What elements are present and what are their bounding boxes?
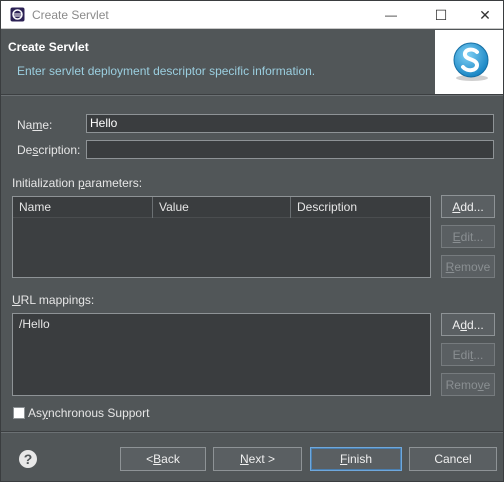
next-button[interactable]: Next > xyxy=(213,447,302,471)
close-icon: ✕ xyxy=(479,6,491,23)
async-support-label[interactable]: Asynchronous Support xyxy=(28,406,149,420)
description-label: Description: xyxy=(17,143,81,157)
init-params-add-button[interactable]: Add... xyxy=(441,195,495,218)
finish-button[interactable]: Finish xyxy=(310,447,402,471)
minimize-icon: — xyxy=(385,8,397,22)
wizard-footer: ? < Back Next > Finish Cancel xyxy=(1,433,503,481)
column-header-name[interactable]: Name xyxy=(13,197,153,218)
cancel-button[interactable]: Cancel xyxy=(409,447,497,471)
maximize-button[interactable]: ☐ xyxy=(425,1,457,29)
column-header-description[interactable]: Description xyxy=(291,197,430,218)
close-button[interactable]: ✕ xyxy=(469,1,501,29)
async-support-checkbox[interactable] xyxy=(13,407,25,419)
minimize-button[interactable]: — xyxy=(375,1,407,29)
header-separator-highlight xyxy=(1,95,503,96)
svg-text:?: ? xyxy=(24,451,33,467)
url-mappings-add-button[interactable]: Ad d... xyxy=(441,313,495,336)
init-params-label: Initialization parameters: xyxy=(12,176,143,190)
table-header: Name Value Description xyxy=(13,197,430,218)
servlet-logo-icon xyxy=(453,42,489,81)
init-params-edit-button[interactable]: Edit... xyxy=(441,225,495,248)
init-params-table[interactable]: Name Value Description xyxy=(12,196,431,278)
url-mappings-edit-button[interactable]: Edi t... xyxy=(441,343,495,366)
wizard-header: Create Servlet Enter servlet deployment … xyxy=(1,30,503,94)
url-mappings-label: URL mappings: xyxy=(12,293,95,307)
url-mappings-list[interactable]: /Hello xyxy=(12,313,431,396)
list-item[interactable]: /Hello xyxy=(19,317,50,331)
name-field[interactable]: Hello xyxy=(86,114,494,133)
wizard-banner-image xyxy=(435,30,503,94)
description-field[interactable] xyxy=(86,140,494,159)
column-header-value[interactable]: Value xyxy=(153,197,291,218)
page-title: Create Servlet xyxy=(8,40,89,54)
init-params-remove-button[interactable]: Remove xyxy=(441,255,495,278)
back-button[interactable]: < Back xyxy=(120,447,206,471)
title-bar: Create Servlet — ☐ ✕ xyxy=(1,1,503,29)
name-label: Name: xyxy=(17,118,53,132)
page-description: Enter servlet deployment descriptor spec… xyxy=(17,64,316,78)
window-title: Create Servlet xyxy=(32,8,109,22)
maximize-icon: ☐ xyxy=(434,6,448,23)
eclipse-icon xyxy=(10,7,25,22)
help-icon[interactable]: ? xyxy=(18,449,38,469)
create-servlet-dialog: Create Servlet — ☐ ✕ Create Servlet Ente… xyxy=(0,0,504,482)
url-mappings-remove-button[interactable]: Remo v e xyxy=(441,373,495,396)
